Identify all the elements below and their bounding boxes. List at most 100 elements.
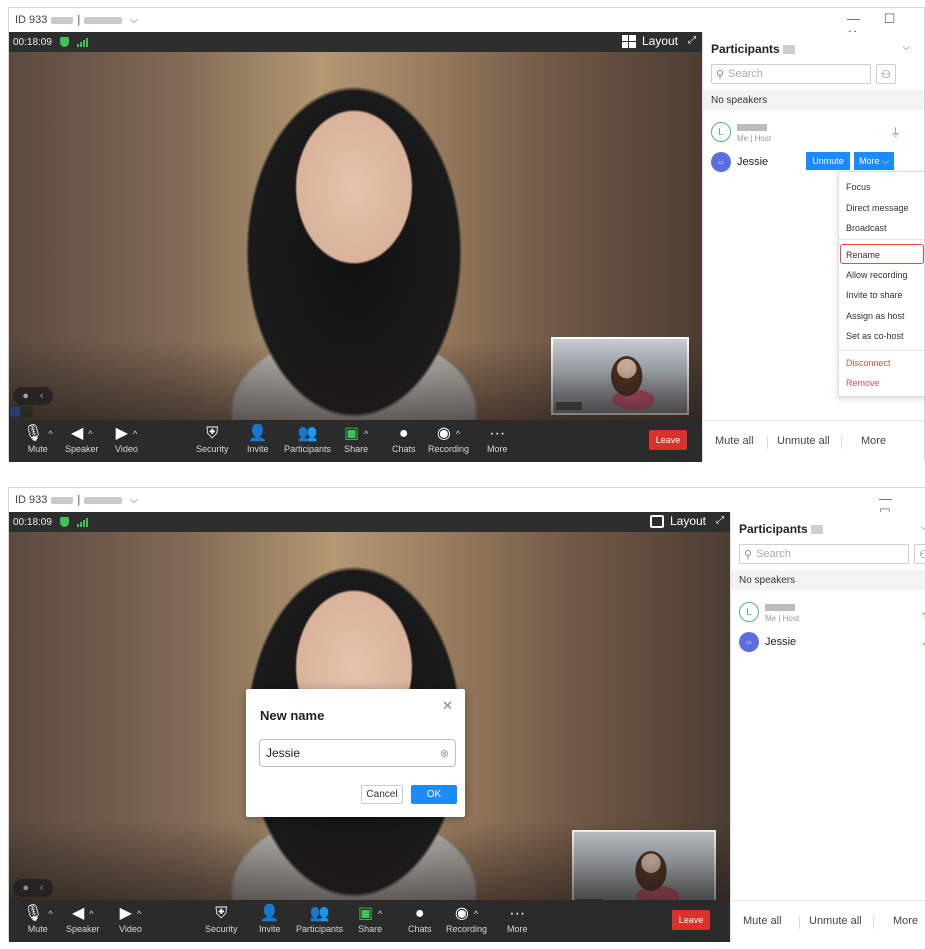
chat-toggle[interactable]: ● ‹ [13, 879, 53, 897]
chevron-up-icon[interactable]: ^ [364, 429, 368, 439]
more-button[interactable]: ··· More [507, 904, 528, 935]
menu-item-assign-host[interactable]: Assign as host [846, 311, 905, 321]
menu-item-rename[interactable]: Rename [846, 250, 880, 260]
menu-item-set-co-host[interactable]: Set as co-host [846, 331, 904, 341]
ok-button[interactable]: OK [411, 785, 457, 804]
leave-button[interactable]: Leave [649, 430, 687, 450]
participant-row-host[interactable]: L Me | Host ⏚ [739, 598, 925, 626]
more-options-button[interactable]: More ⌵ [854, 152, 894, 170]
participant-row-host[interactable]: L Me | Host ⏚ [711, 118, 911, 146]
recording-button[interactable]: ◉ ^ Recording [446, 904, 487, 935]
speaker-button[interactable]: ◀ ^ Speaker [66, 904, 100, 935]
layout-button[interactable]: Layout [621, 34, 678, 48]
mute-all-button[interactable]: Mute all [715, 435, 754, 447]
chats-label: Chats [408, 924, 432, 934]
chevron-left-icon: ‹ [39, 390, 44, 402]
record-icon: ◉ [454, 905, 469, 922]
shield-icon[interactable] [59, 37, 69, 47]
more-button[interactable]: ··· More [487, 424, 508, 455]
avatar: ▭ [739, 632, 759, 652]
recording-button[interactable]: ◉ ^ Recording [428, 424, 469, 455]
mute-button[interactable]: 🎙 ^ Mute [23, 904, 53, 935]
participants-panel: Participants ⌵ ⚲Search ⚇ No speakers L M… [730, 512, 925, 942]
menu-item-remove[interactable]: Remove [846, 378, 880, 388]
more-label: More [507, 924, 528, 934]
chevron-down-icon[interactable]: ⌵ [130, 15, 138, 26]
fullscreen-icon[interactable]: ⤢ [688, 35, 696, 46]
invite-person-icon[interactable]: ⚇ [876, 64, 896, 84]
signal-icon[interactable] [76, 37, 88, 47]
search-input[interactable]: ⚲ Search [739, 544, 909, 564]
security-button[interactable]: ⛨ Security [205, 904, 238, 935]
shield-icon[interactable] [59, 517, 69, 527]
participant-row-jessie[interactable]: ▭ Jessie ⏚ [739, 628, 925, 656]
chat-toggle[interactable]: ● ‹ [13, 387, 53, 405]
layout-button[interactable]: Layout [649, 514, 706, 528]
self-view-thumbnail[interactable] [572, 830, 716, 900]
participants-button[interactable]: 👥 Participants [284, 424, 331, 455]
mic-off-icon[interactable]: ⏚ [920, 634, 925, 650]
panel-footer: Mute all Unmute all More [731, 900, 925, 942]
main-video: ● ‹ New name ✕ Jessie ⊗ Cancel OK [9, 532, 730, 900]
title-separator: | [77, 494, 81, 506]
signal-icon[interactable] [76, 517, 88, 527]
new-name-input[interactable]: Jessie ⊗ [259, 739, 456, 767]
close-icon[interactable]: ✕ [442, 698, 453, 714]
chevron-up-icon[interactable]: ^ [88, 429, 92, 439]
chevron-up-icon[interactable]: ^ [48, 429, 52, 439]
menu-item-focus[interactable]: Focus [846, 182, 871, 192]
mic-off-icon[interactable]: ⏚ [890, 124, 901, 140]
video-button[interactable]: ▶ ^ Video [119, 904, 142, 935]
chevron-up-icon[interactable]: ^ [133, 429, 137, 439]
participants-icon: 👥 [297, 425, 318, 442]
chats-button[interactable]: ● Chats [408, 904, 432, 935]
mic-off-icon[interactable]: ⏚ [920, 604, 925, 620]
menu-item-invite-to-share[interactable]: Invite to share [846, 290, 903, 300]
cancel-button[interactable]: Cancel [361, 785, 403, 804]
chevron-down-icon[interactable]: ⌵ [902, 42, 910, 53]
leave-button[interactable]: Leave [672, 910, 710, 930]
share-button[interactable]: ▣ ^ Share [344, 424, 368, 455]
chevron-up-icon[interactable]: ^ [137, 909, 141, 919]
speaker-button[interactable]: ◀ ^ Speaker [65, 424, 99, 455]
unmute-all-button[interactable]: Unmute all [777, 435, 830, 447]
avatar: L [711, 122, 731, 142]
invite-person-icon[interactable]: ⚇ [914, 544, 925, 564]
share-screen-icon: ▣ [344, 425, 360, 442]
panel-more-button[interactable]: More [893, 915, 918, 927]
chevron-up-icon[interactable]: ^ [89, 909, 93, 919]
panel-more-button[interactable]: More [861, 435, 886, 447]
chevron-down-icon[interactable]: ⌵ [920, 522, 925, 533]
chevron-up-icon[interactable]: ^ [456, 429, 460, 439]
mic-off-icon: 🎙 [23, 905, 44, 922]
share-button[interactable]: ▣ ^ Share [358, 904, 382, 935]
title-separator: | [77, 14, 81, 26]
mute-all-button[interactable]: Mute all [743, 915, 782, 927]
menu-item-disconnect[interactable]: Disconnect [846, 358, 891, 368]
chevron-up-icon[interactable]: ^ [48, 909, 52, 919]
invite-button[interactable]: 👤 Invite [259, 904, 281, 935]
unmute-button[interactable]: Unmute [806, 152, 850, 170]
fullscreen-icon[interactable]: ⤢ [716, 515, 724, 526]
invite-label: Invite [259, 924, 281, 934]
self-view-thumbnail[interactable] [551, 337, 689, 415]
chats-button[interactable]: ● Chats [392, 424, 416, 455]
unmute-all-button[interactable]: Unmute all [809, 915, 862, 927]
video-button[interactable]: ▶ ^ Video [115, 424, 138, 455]
meeting-id-label: ID 933 [15, 494, 48, 506]
add-person-icon: 👤 [247, 425, 268, 442]
title-bar: ID 933 | ⌵ [9, 488, 925, 512]
security-button[interactable]: ⛨ Security [196, 424, 229, 455]
chevron-up-icon[interactable]: ^ [474, 909, 478, 919]
participants-button[interactable]: 👥 Participants [296, 904, 343, 935]
clear-input-icon[interactable]: ⊗ [440, 747, 449, 760]
invite-button[interactable]: 👤 Invite [247, 424, 269, 455]
menu-item-direct-message[interactable]: Direct message [846, 203, 909, 213]
menu-item-allow-recording[interactable]: Allow recording [846, 270, 908, 280]
chevron-down-icon[interactable]: ⌵ [130, 495, 138, 506]
menu-item-broadcast[interactable]: Broadcast [846, 223, 887, 233]
chevron-up-icon[interactable]: ^ [378, 909, 382, 919]
meeting-window-2: ID 933 | ⌵ — ☐ 00:18:09 Layout ⤢ ●‹ New … [8, 487, 925, 942]
mute-button[interactable]: 🎙 ^ Mute [23, 424, 53, 455]
search-input[interactable]: ⚲ Search [711, 64, 871, 84]
